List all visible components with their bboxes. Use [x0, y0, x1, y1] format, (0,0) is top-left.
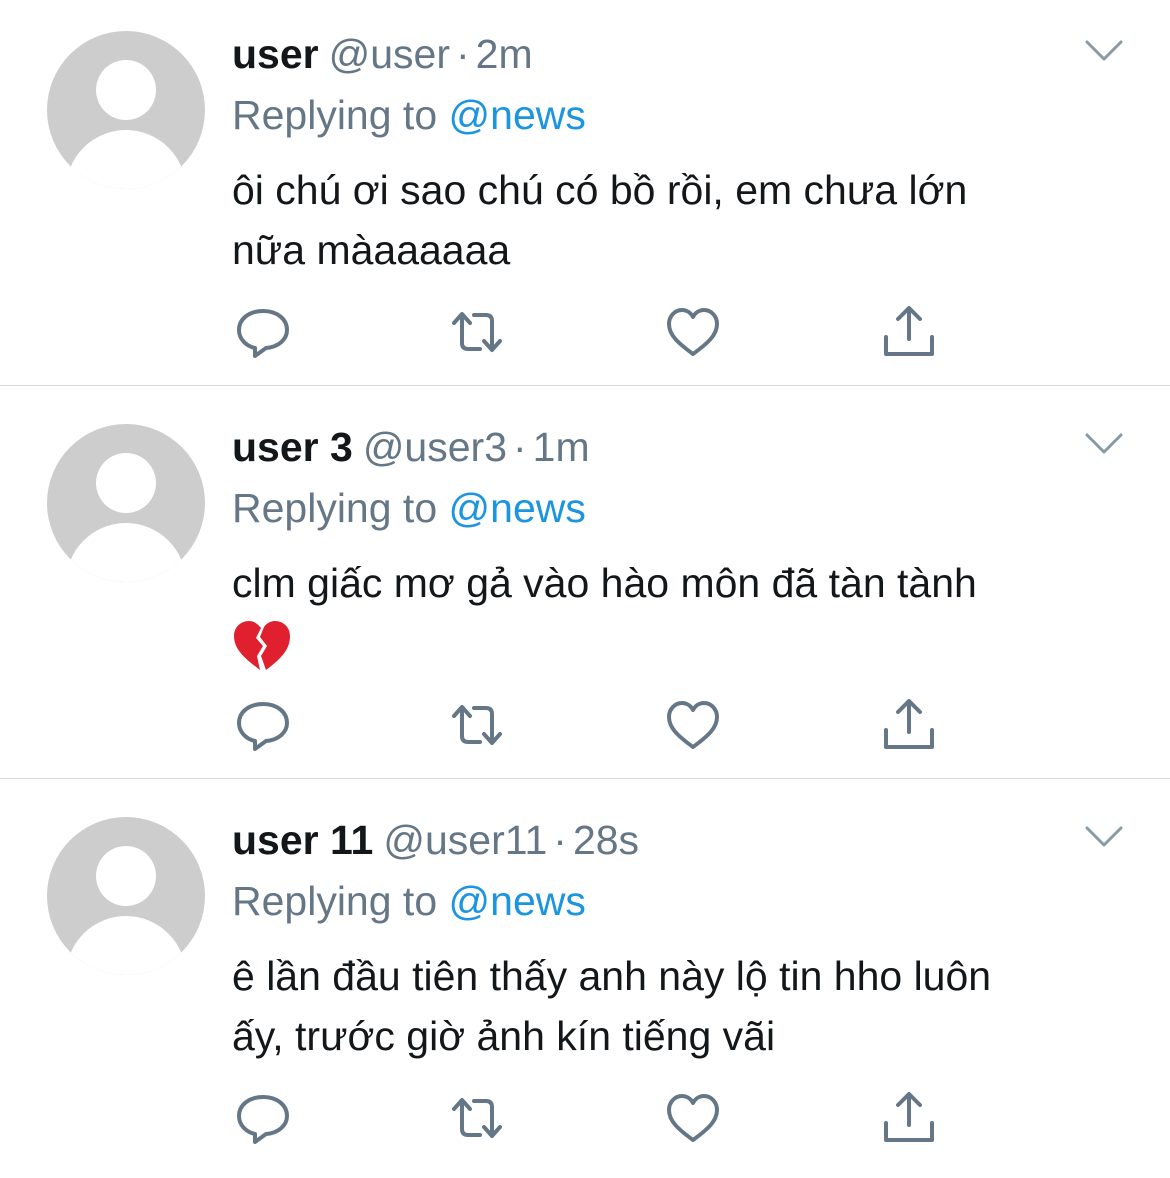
- retweet-icon: [452, 1098, 502, 1138]
- reply-mention[interactable]: @news: [449, 92, 586, 138]
- share-button[interactable]: [880, 1091, 938, 1145]
- user-handle[interactable]: @user11: [383, 817, 547, 863]
- reply-button[interactable]: [234, 698, 292, 752]
- reply-icon: [237, 1095, 289, 1144]
- like-button[interactable]: [664, 698, 722, 752]
- replying-to: Replying to @news: [232, 91, 586, 139]
- retweet-icon: [452, 705, 502, 745]
- tweet-text: clm giấc mơ gả vào hào môn đã tàn tành: [232, 553, 1132, 674]
- replying-label: Replying to: [232, 92, 438, 138]
- separator-dot: ·: [456, 31, 470, 77]
- user-name[interactable]: user 3: [232, 424, 353, 470]
- tweet-text-line: clm giấc mơ gả vào hào môn đã tàn tành: [232, 560, 977, 606]
- timestamp[interactable]: 1m: [533, 424, 590, 470]
- user-handle[interactable]: @user3: [363, 424, 507, 470]
- share-icon: [884, 699, 934, 749]
- replying-to: Replying to @news: [232, 484, 586, 532]
- retweet-button[interactable]: [448, 1091, 506, 1145]
- tweet-actions: [232, 1091, 952, 1147]
- tweet-header: user @user · 2m: [232, 30, 533, 78]
- share-icon: [884, 1092, 934, 1142]
- tweet-header: user 11 @user11 · 28s: [232, 816, 639, 864]
- replying-label: Replying to: [232, 485, 438, 531]
- tweet-text-line: nữa màaaaaaa: [232, 227, 511, 273]
- reply-mention[interactable]: @news: [449, 878, 586, 924]
- tweet-text-line: ê lần đầu tiên thấy anh này lộ tin hho l…: [232, 953, 992, 999]
- chevron-down-icon[interactable]: [1084, 431, 1124, 457]
- retweet-button[interactable]: [448, 305, 506, 359]
- reply-button[interactable]: [234, 305, 292, 359]
- like-icon: [667, 1094, 719, 1142]
- timestamp[interactable]: 2m: [476, 31, 533, 77]
- timestamp[interactable]: 28s: [573, 817, 639, 863]
- share-button[interactable]: [880, 305, 938, 359]
- tweet-text-line: [232, 613, 1132, 674]
- tweet-actions: [232, 305, 952, 361]
- tweet-text: ê lần đầu tiên thấy anh này lộ tin hho l…: [232, 946, 1132, 1066]
- tweet-actions: [232, 698, 952, 754]
- like-icon: [667, 308, 719, 356]
- like-icon: [667, 701, 719, 749]
- retweet-button[interactable]: [448, 698, 506, 752]
- avatar[interactable]: [47, 31, 205, 189]
- tweet[interactable]: user @user · 2m Replying to @news ôi chú ơi…: [0, 0, 1170, 392]
- separator-dot: ·: [513, 424, 527, 470]
- reply-mention[interactable]: @news: [449, 485, 586, 531]
- reply-icon: [237, 309, 289, 358]
- tweet-text-line: ấy, trước giờ ảnh kín tiếng vãi: [232, 1013, 776, 1059]
- reply-button[interactable]: [234, 1091, 292, 1145]
- avatar[interactable]: [47, 424, 205, 582]
- user-handle[interactable]: @user: [329, 31, 450, 77]
- divider: [0, 385, 1170, 386]
- share-button[interactable]: [880, 698, 938, 752]
- tweet[interactable]: user 3 @user3 · 1m Replying to @news clm gi…: [0, 393, 1170, 785]
- chevron-down-icon[interactable]: [1084, 38, 1124, 64]
- chevron-down-icon[interactable]: [1084, 824, 1124, 850]
- replying-to: Replying to @news: [232, 877, 586, 925]
- divider: [0, 778, 1170, 779]
- broken-heart-emoji: [234, 621, 290, 671]
- tweet[interactable]: user 11 @user11 · 28s Replying to @news ê l…: [0, 786, 1170, 1178]
- replying-label: Replying to: [232, 878, 438, 924]
- user-name[interactable]: user: [232, 31, 319, 77]
- share-icon: [884, 306, 934, 356]
- avatar[interactable]: [47, 817, 205, 975]
- like-button[interactable]: [664, 1091, 722, 1145]
- tweet-header: user 3 @user3 · 1m: [232, 423, 590, 471]
- retweet-icon: [452, 312, 502, 352]
- reply-icon: [237, 702, 289, 751]
- separator-dot: ·: [553, 817, 567, 863]
- like-button[interactable]: [664, 305, 722, 359]
- tweet-text-line: ôi chú ơi sao chú có bồ rồi, em chưa lớn: [232, 167, 968, 213]
- user-name[interactable]: user 11: [232, 817, 373, 863]
- tweet-text: ôi chú ơi sao chú có bồ rồi, em chưa lớn…: [232, 160, 1132, 280]
